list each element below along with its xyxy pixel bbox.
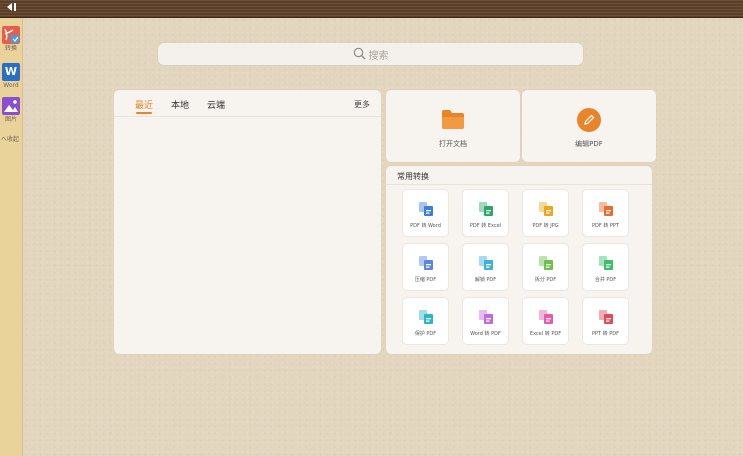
pdf-to-word-icon [418, 201, 434, 217]
conversion-tool-merge-pdf[interactable]: 合并 PDF [583, 244, 628, 290]
collapse-button[interactable]: へ收起 [1, 134, 19, 143]
conversion-tool-label: 压缩 PDF [414, 277, 437, 283]
merge-pdf-icon [598, 255, 614, 271]
conversion-tool-label: 合并 PDF [594, 277, 617, 283]
divider [114, 116, 381, 117]
unlock-pdf-icon [478, 255, 494, 271]
sidebar-item-label: Word [3, 82, 19, 89]
conversion-tool-label: PDF 转 PPT [591, 223, 619, 229]
pdf-convert-icon [2, 26, 20, 44]
conversion-tool-compress-pdf[interactable]: 压缩 PDF [403, 244, 448, 290]
sidebar-item-word[interactable]: W Word [0, 63, 22, 89]
sidebar-item-image[interactable]: 图片 [0, 97, 22, 123]
conversion-tool-protect-pdf[interactable]: 保护 PDF [403, 298, 448, 344]
search-icon [353, 45, 366, 64]
pdf-to-ppt-icon [598, 201, 614, 217]
split-pdf-icon [538, 255, 554, 271]
conversion-tool-pdf-to-excel[interactable]: PDF 转 Excel [463, 190, 508, 236]
compress-pdf-icon [418, 255, 434, 271]
file-tabs: 最近 本地 云端 [135, 98, 243, 116]
conversion-tool-label: PPT 转 PDF [591, 331, 619, 337]
conversion-tool-label: 拆分 PDF [534, 277, 557, 283]
divider [386, 184, 652, 185]
conversion-tool-label: 解锁 PDF [474, 277, 497, 283]
pencil-icon [577, 108, 601, 132]
word-to-pdf-icon [478, 309, 494, 325]
word-icon: W [2, 63, 20, 81]
quick-action-label: 编辑PDF [575, 140, 603, 148]
pdf-to-excel-icon [478, 201, 494, 217]
tab-cloud[interactable]: 云端 [207, 98, 225, 116]
exit-icon[interactable] [4, 2, 18, 15]
protect-pdf-icon [418, 309, 434, 325]
ppt-to-pdf-icon [598, 309, 614, 325]
conversion-tool-pdf-to-word[interactable]: PDF 转 Word [403, 190, 448, 236]
top-bar [0, 0, 743, 18]
conversion-tool-label: Excel 转 PDF [529, 331, 562, 337]
conversion-tool-word-to-pdf[interactable]: Word 转 PDF [463, 298, 508, 344]
recent-files-panel: 最近 本地 云端 更多 [114, 90, 381, 354]
image-icon [2, 97, 20, 115]
pdf-to-jpg-icon [538, 201, 554, 217]
conversion-tool-label: 保护 PDF [414, 331, 437, 337]
sidebar-item-label: 图片 [4, 116, 17, 123]
conversion-tool-ppt-to-pdf[interactable]: PPT 转 PDF [583, 298, 628, 344]
conversion-tool-excel-to-pdf[interactable]: Excel 转 PDF [523, 298, 568, 344]
conversion-tool-unlock-pdf[interactable]: 解锁 PDF [463, 244, 508, 290]
sidebar-item-label: 转换 [4, 45, 17, 52]
conversion-tool-pdf-to-ppt[interactable]: PDF 转 PPT [583, 190, 628, 236]
section-title: 常用转换 [397, 172, 429, 181]
search-placeholder: 搜索 [368, 50, 389, 62]
tab-recent[interactable]: 最近 [135, 98, 153, 116]
conversion-tool-pdf-to-jpg[interactable]: PDF 转 JPG [523, 190, 568, 236]
open-document-button[interactable]: 打开文档 [386, 90, 520, 162]
more-link[interactable]: 更多 [354, 99, 370, 110]
sidebar: 转换 W Word 图片 へ收起 [0, 18, 23, 456]
sidebar-item-convert[interactable]: 转换 [0, 26, 22, 52]
excel-to-pdf-icon [538, 309, 554, 325]
folder-icon [441, 108, 465, 130]
conversion-tool-label: PDF 转 JPG [532, 223, 559, 229]
search-input[interactable]: 搜索 [158, 43, 583, 65]
edit-pdf-button[interactable]: 编辑PDF [522, 90, 656, 162]
common-conversions-panel: 常用转换 PDF 转 Word PDF 转 Excel PDF 转 JPG PDF 转… [386, 166, 652, 354]
quick-action-label: 打开文档 [439, 140, 467, 148]
conversion-tool-label: Word 转 PDF [470, 331, 501, 337]
conversion-tool-label: PDF 转 Excel [469, 223, 502, 229]
conversion-tool-label: PDF 转 Word [410, 223, 441, 229]
conversion-tool-split-pdf[interactable]: 拆分 PDF [523, 244, 568, 290]
tab-local[interactable]: 本地 [171, 98, 189, 116]
